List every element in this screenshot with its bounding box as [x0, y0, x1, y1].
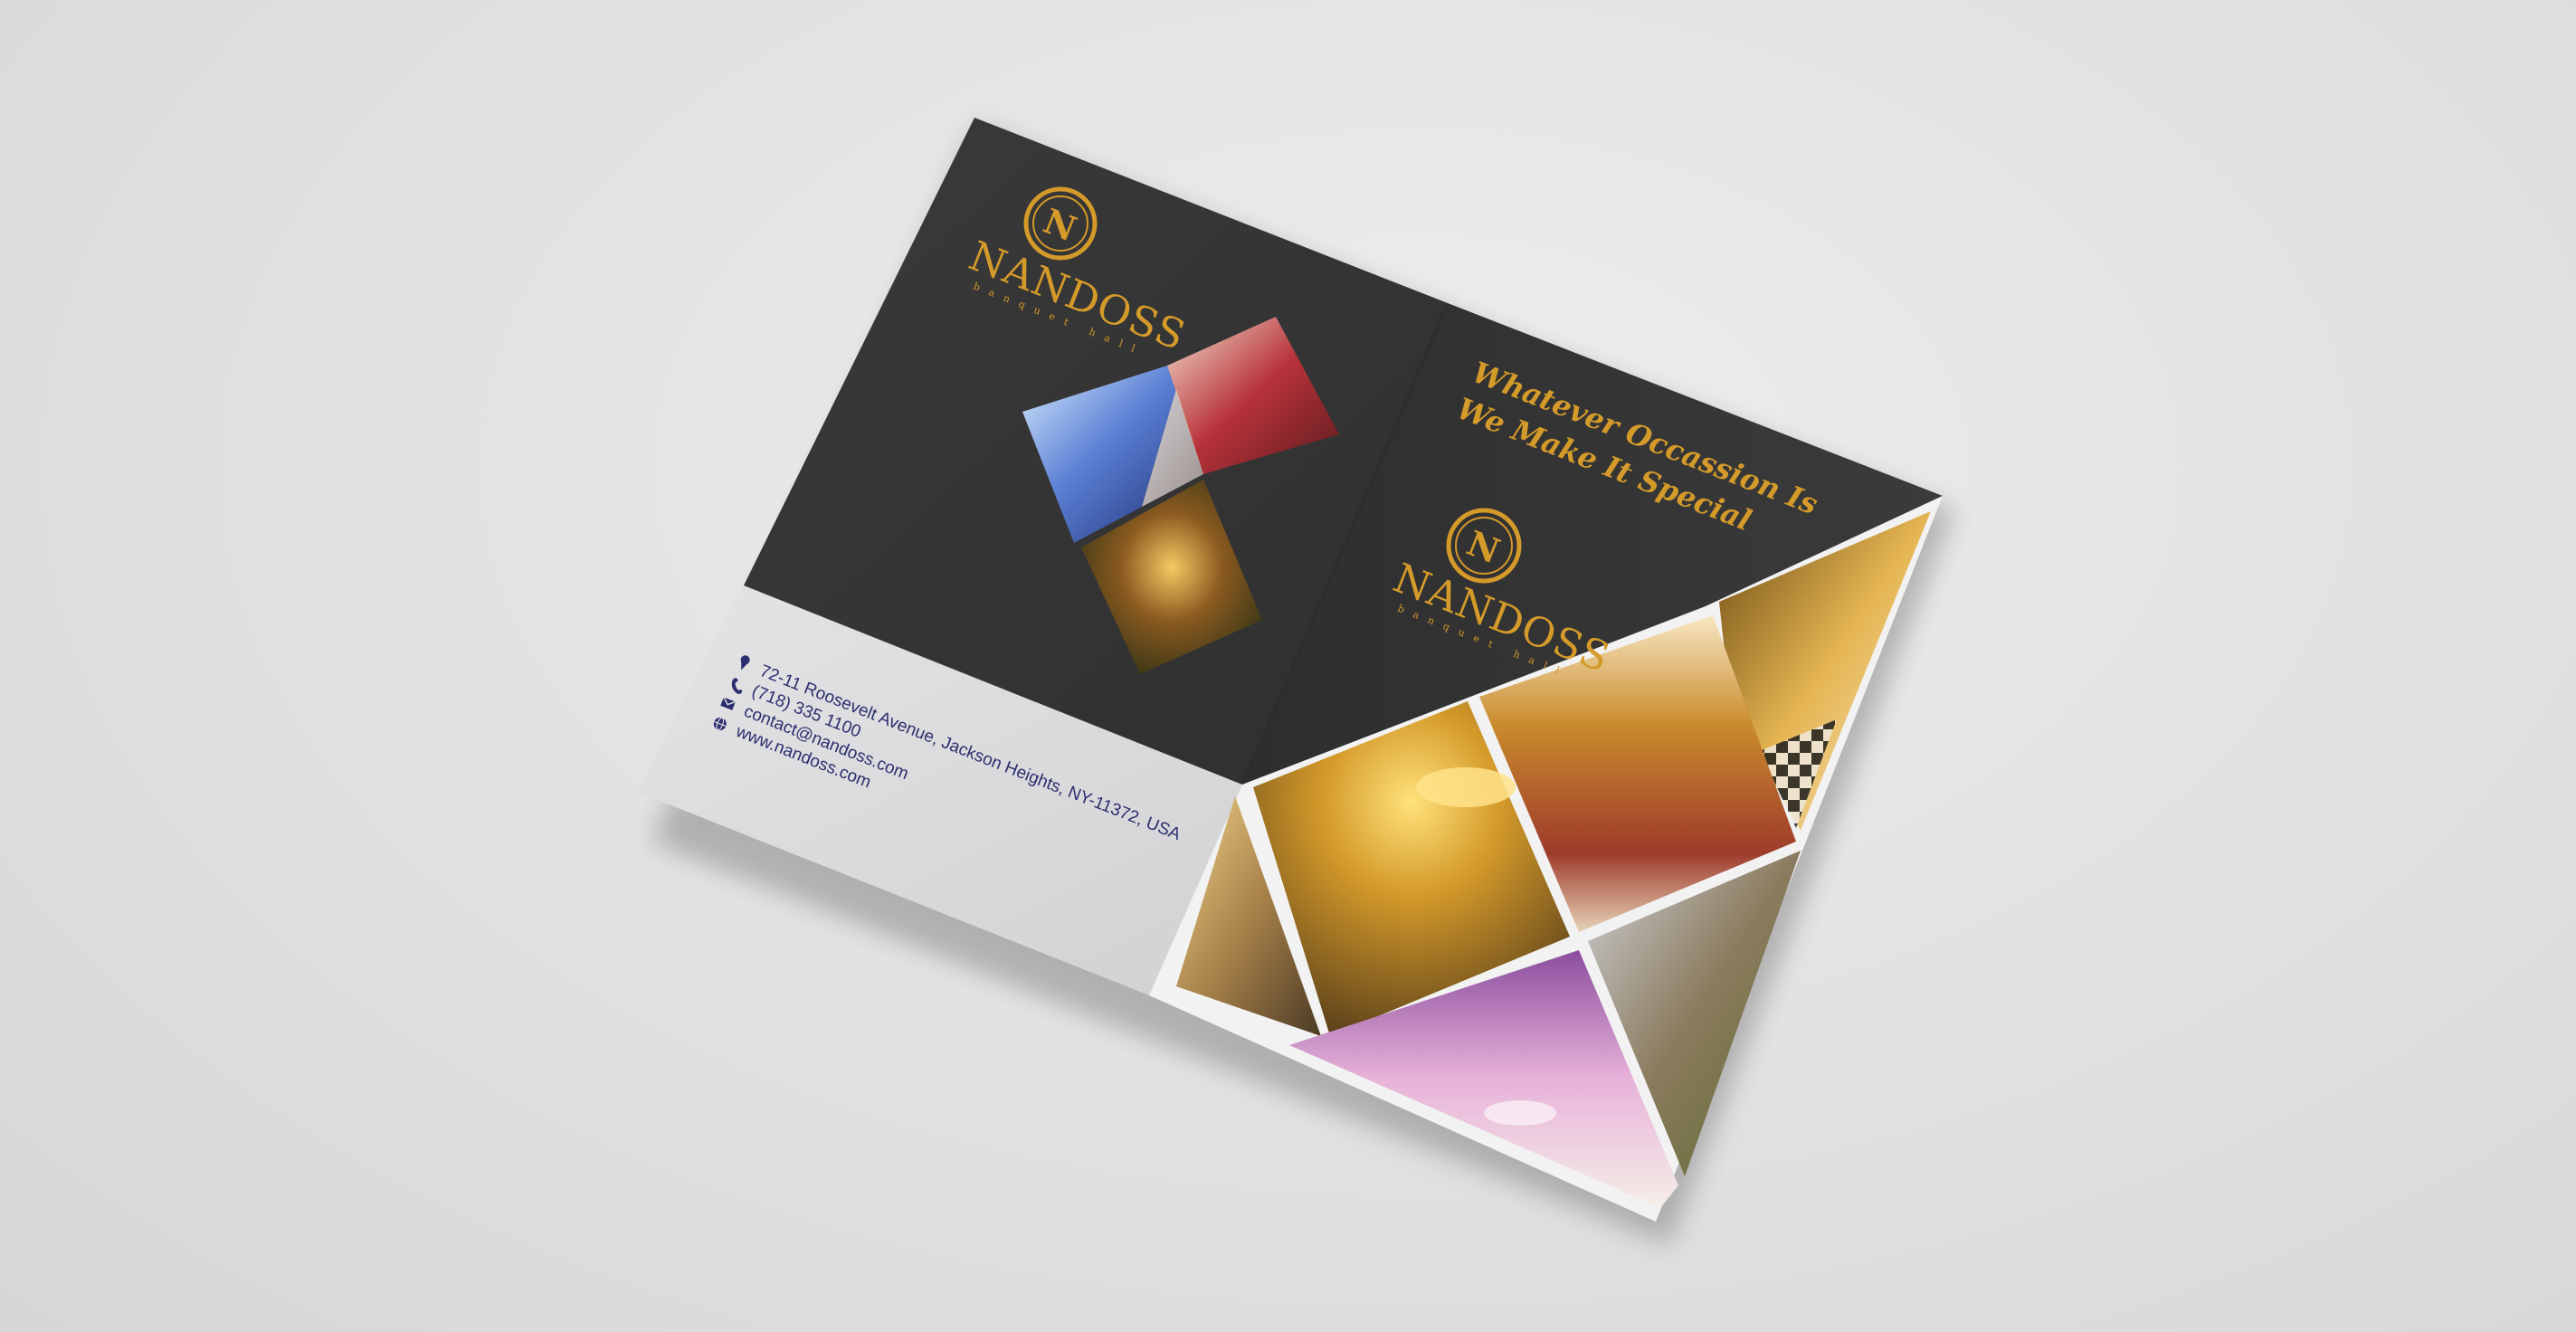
photo-chandelier-highlight [1416, 767, 1516, 807]
brochure-mockup-scene: N NANDOSS banquet hall Whatever Occassio… [637, 118, 1954, 1244]
photo-stage-light [1484, 1100, 1556, 1126]
